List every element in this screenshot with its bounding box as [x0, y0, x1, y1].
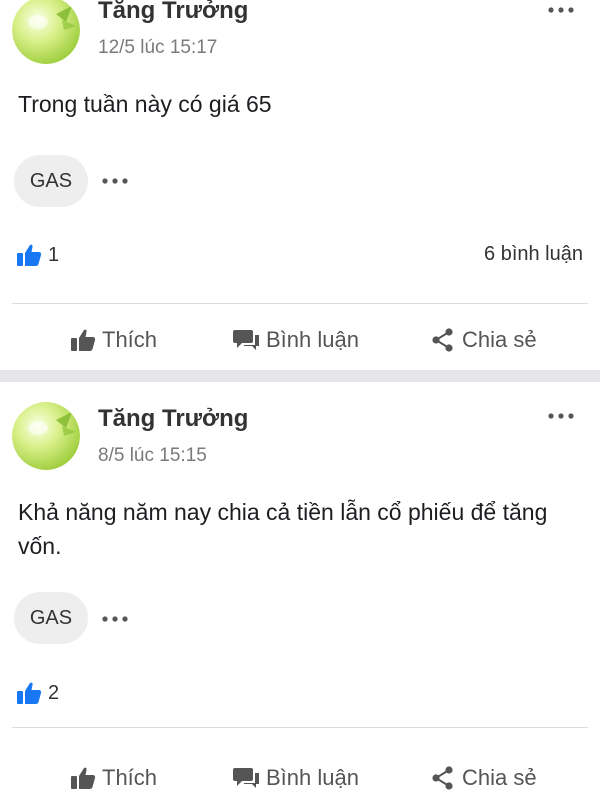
like-summary[interactable]: 1: [16, 242, 59, 268]
avatar[interactable]: [12, 0, 80, 64]
share-button-label: Chia sẻ: [462, 327, 537, 352]
post-text: Khả năng năm nay chia cả tiền lẫn cổ phi…: [18, 499, 548, 559]
post-card: Tăng Trưởng 8/5 lúc 15:15 Khả năng năm n…: [0, 382, 600, 800]
comment-button[interactable]: Bình luận: [232, 758, 359, 798]
post-card: Tăng Trưởng 12/5 lúc 15:17 Trong tuần nà…: [0, 0, 600, 370]
more-horizontal-icon: [548, 413, 574, 419]
comment-icon: [233, 768, 259, 788]
thumbs-up-icon: [71, 329, 96, 351]
post-actions: Thích Bình luận Chia sẻ: [0, 758, 600, 798]
post-timestamp[interactable]: 8/5 lúc 15:15: [98, 445, 207, 467]
author-name[interactable]: Tăng Trưởng: [98, 405, 248, 433]
stock-tag-chip[interactable]: GAS: [14, 592, 88, 644]
comment-icon: [233, 330, 259, 350]
author-name[interactable]: Tăng Trưởng: [98, 0, 248, 25]
avatar[interactable]: [12, 402, 80, 470]
thumbs-up-icon: [71, 767, 96, 789]
comment-count[interactable]: 6 bình luận: [484, 243, 583, 266]
post-actions: Thích Bình luận Chia sẻ: [0, 320, 600, 360]
comment-button-label: Bình luận: [266, 327, 359, 352]
post-timestamp[interactable]: 12/5 lúc 15:17: [98, 37, 217, 59]
comment-button-label: Bình luận: [266, 765, 359, 790]
more-horizontal-icon: [102, 178, 128, 184]
post-text: Trong tuần này có giá 65: [18, 91, 272, 117]
tag-more-button[interactable]: [100, 611, 130, 622]
tag-more-button[interactable]: [100, 173, 130, 184]
like-count: 2: [48, 681, 60, 704]
share-icon: [432, 328, 453, 352]
more-horizontal-icon: [548, 7, 574, 13]
like-button[interactable]: Thích: [70, 758, 157, 798]
share-button[interactable]: Chia sẻ: [430, 758, 537, 798]
divider: [12, 727, 588, 728]
like-button[interactable]: Thích: [70, 320, 157, 360]
thumbs-up-icon: [17, 244, 42, 266]
feed: Tăng Trưởng 12/5 lúc 15:17 Trong tuần nà…: [0, 0, 600, 800]
like-button-label: Thích: [102, 327, 158, 352]
share-button[interactable]: Chia sẻ: [430, 320, 537, 360]
divider: [12, 303, 588, 304]
more-horizontal-icon: [102, 616, 128, 622]
more-options-button[interactable]: [544, 0, 578, 20]
like-button-label: Thích: [102, 765, 158, 790]
post-separator: [0, 370, 600, 382]
comment-button[interactable]: Bình luận: [232, 320, 359, 360]
thumbs-up-icon: [17, 682, 42, 704]
like-count: 1: [48, 243, 60, 266]
more-options-button[interactable]: [544, 406, 578, 426]
like-summary[interactable]: 2: [16, 680, 59, 706]
stock-tag-chip[interactable]: GAS: [14, 155, 88, 207]
share-button-label: Chia sẻ: [462, 765, 537, 790]
share-icon: [432, 766, 453, 790]
